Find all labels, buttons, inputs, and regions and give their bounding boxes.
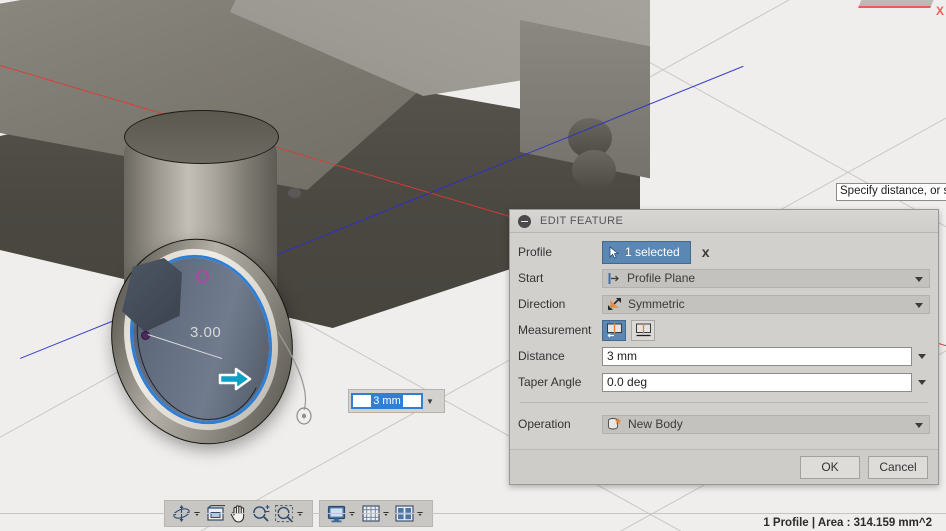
minus-circle-icon[interactable] bbox=[518, 214, 531, 228]
measurement-label: Measurement bbox=[518, 323, 592, 337]
taper-angle-label: Taper Angle bbox=[518, 375, 582, 389]
row-start: Start Profile Plane bbox=[518, 265, 930, 291]
tooltip: Specify distance, or se bbox=[836, 183, 946, 201]
chevron-down-icon[interactable] bbox=[915, 302, 923, 308]
taper-angle-value: 0.0 deg bbox=[607, 375, 648, 389]
measurement-half-length-button[interactable] bbox=[602, 319, 626, 341]
half-length-measurement-icon bbox=[606, 322, 622, 337]
dimension-value-label: 3.00 bbox=[190, 324, 222, 341]
row-direction: Direction Symmetric bbox=[518, 291, 930, 317]
new-body-icon bbox=[608, 418, 621, 430]
distance-input[interactable]: 3 mm bbox=[602, 346, 912, 366]
operation-value: New Body bbox=[628, 417, 683, 431]
chevron-down-icon[interactable] bbox=[915, 276, 923, 282]
canvas-distance-value: 3 mm bbox=[371, 394, 403, 408]
ok-button[interactable]: OK bbox=[800, 455, 860, 479]
taper-angle-input[interactable]: 0.0 deg bbox=[602, 372, 912, 392]
chevron-down-icon[interactable]: ▼ bbox=[423, 397, 437, 406]
profile-plane-icon bbox=[608, 272, 619, 284]
distance-field-wrap: 3 mm bbox=[602, 346, 930, 366]
start-dropdown[interactable]: Profile Plane bbox=[602, 268, 930, 288]
profile-selection-chip[interactable]: 1 selected bbox=[602, 240, 691, 264]
status-bar-text: 1 Profile | Area : 314.159 mm^2 bbox=[763, 516, 932, 529]
dialog-title: EDIT FEATURE bbox=[540, 215, 624, 227]
direction-dropdown[interactable]: Symmetric bbox=[602, 294, 930, 314]
distance-value: 3 mm bbox=[607, 349, 637, 363]
view-cube-x-label: X bbox=[935, 4, 944, 18]
cursor-arrow-icon bbox=[609, 245, 620, 259]
row-distance: Distance 3 mm bbox=[518, 343, 930, 369]
chevron-down-icon[interactable] bbox=[918, 353, 926, 359]
dialog-body: Profile 1 selected x Start Profile Plane bbox=[510, 233, 938, 449]
chevron-down-icon[interactable] bbox=[915, 422, 923, 428]
symmetric-arrows-icon bbox=[608, 298, 621, 310]
start-value: Profile Plane bbox=[627, 271, 696, 285]
status-bar: 1 Profile | Area : 314.159 mm^2 bbox=[0, 513, 946, 531]
cancel-button[interactable]: Cancel bbox=[868, 455, 928, 479]
dialog-footer: OK Cancel bbox=[510, 449, 938, 484]
canvas-distance-input-group[interactable]: 3 mm ▼ bbox=[348, 389, 445, 413]
direction-label: Direction bbox=[518, 297, 566, 311]
sketch-circle-marker bbox=[196, 270, 209, 283]
close-icon[interactable]: x bbox=[702, 245, 710, 259]
profile-label: Profile bbox=[518, 245, 553, 259]
sketch-spline bbox=[277, 331, 312, 425]
dialog-title-bar[interactable]: EDIT FEATURE bbox=[510, 210, 938, 233]
canvas-distance-input[interactable]: 3 mm bbox=[351, 393, 423, 409]
dialog-divider bbox=[520, 402, 928, 403]
chevron-down-icon[interactable] bbox=[918, 379, 926, 385]
origin-point bbox=[288, 188, 301, 198]
row-profile: Profile 1 selected x bbox=[518, 239, 930, 265]
row-operation: Operation New Body bbox=[518, 409, 930, 439]
distance-label: Distance bbox=[518, 349, 565, 363]
view-cube[interactable]: X bbox=[854, 0, 946, 24]
operation-label: Operation bbox=[518, 417, 571, 431]
row-taper-angle: Taper Angle 0.0 deg bbox=[518, 369, 930, 395]
edit-feature-dialog[interactable]: EDIT FEATURE Profile 1 selected x Start … bbox=[509, 209, 939, 485]
extrude-drag-arrow-icon[interactable] bbox=[218, 366, 252, 392]
operation-dropdown[interactable]: New Body bbox=[602, 414, 930, 434]
view-cube-face[interactable] bbox=[858, 0, 942, 8]
whole-length-measurement-icon bbox=[635, 322, 651, 336]
start-label: Start bbox=[518, 271, 544, 285]
profile-chip-text: 1 selected bbox=[625, 245, 680, 259]
direction-value: Symmetric bbox=[628, 297, 685, 311]
taper-angle-field-wrap: 0.0 deg bbox=[602, 372, 930, 392]
row-measurement: Measurement bbox=[518, 317, 930, 343]
cylinder-top-ellipse bbox=[124, 110, 279, 164]
measurement-whole-length-button[interactable] bbox=[631, 319, 655, 341]
model-scallop bbox=[572, 150, 616, 190]
